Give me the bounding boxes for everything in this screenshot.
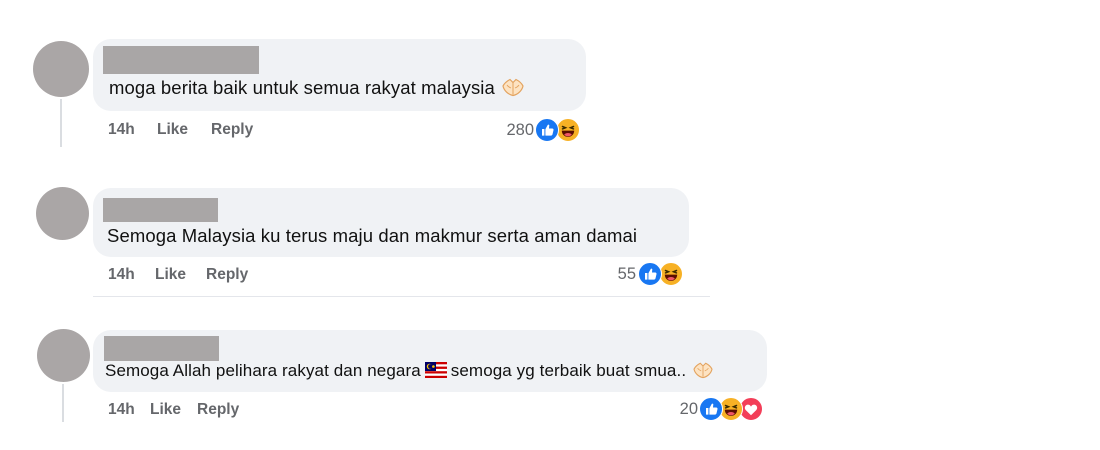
author-name-redacted[interactable] <box>103 198 218 222</box>
thread-line <box>62 384 64 422</box>
malaysia-flag-icon <box>424 362 447 378</box>
avatar[interactable] <box>37 329 90 382</box>
comment-bubble: Semoga Allah pelihara rakyat dan negara … <box>93 330 767 392</box>
reaction-count[interactable]: 55 <box>606 265 636 284</box>
like-icon <box>638 262 662 286</box>
comment-timestamp[interactable]: 14h <box>108 121 135 139</box>
divider <box>93 296 710 297</box>
comment-text: moga berita baik untuk semua rakyat mala… <box>109 77 525 99</box>
reply-button[interactable]: Reply <box>211 121 253 139</box>
comment-text-part2: semoga yg terbaik buat smua.. <box>450 361 687 380</box>
haha-icon <box>659 262 683 286</box>
comment-text: Semoga Malaysia ku terus maju dan makmur… <box>107 225 637 247</box>
like-button[interactable]: Like <box>155 266 186 284</box>
reaction-count[interactable]: 280 <box>496 121 534 140</box>
comment-text: Semoga Allah pelihara rakyat dan negara … <box>105 361 714 381</box>
like-button[interactable]: Like <box>157 121 188 139</box>
like-icon <box>535 118 559 142</box>
reaction-icons[interactable] <box>535 118 583 142</box>
like-button[interactable]: Like <box>150 401 181 419</box>
reply-button[interactable]: Reply <box>197 401 239 419</box>
reaction-icons[interactable] <box>699 397 765 421</box>
reaction-icons[interactable] <box>638 262 686 286</box>
praying-hands-icon <box>501 77 525 97</box>
comment-text-part1: Semoga Allah pelihara rakyat dan negara <box>105 361 421 380</box>
comment-timestamp[interactable]: 14h <box>108 266 135 284</box>
praying-hands-icon <box>692 361 714 379</box>
haha-icon <box>556 118 580 142</box>
reply-button[interactable]: Reply <box>206 266 248 284</box>
reaction-count[interactable]: 20 <box>672 400 698 419</box>
comment-bubble: Semoga Malaysia ku terus maju dan makmur… <box>93 188 689 257</box>
comment-timestamp[interactable]: 14h <box>108 401 135 419</box>
avatar[interactable] <box>36 187 89 240</box>
like-icon <box>699 397 723 421</box>
comment-text-content: Semoga Malaysia ku terus maju dan makmur… <box>107 225 638 246</box>
author-name-redacted[interactable] <box>104 336 219 361</box>
comment-text-content: moga berita baik untuk semua rakyat mala… <box>109 77 495 98</box>
thread-line <box>60 99 62 147</box>
author-name-redacted[interactable] <box>103 46 259 74</box>
avatar[interactable] <box>33 41 89 97</box>
comment-bubble: moga berita baik untuk semua rakyat mala… <box>93 39 586 111</box>
